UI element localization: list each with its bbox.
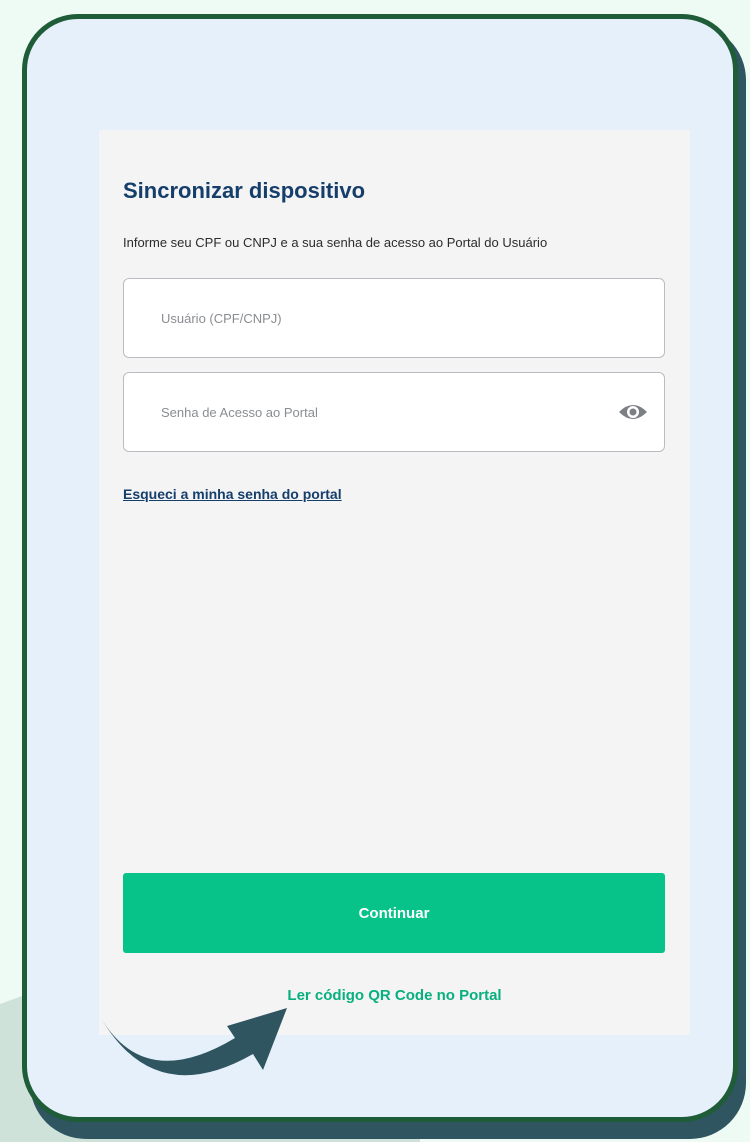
page-subtitle: Informe seu CPF ou CNPJ e a sua senha de…: [123, 235, 548, 250]
continue-button[interactable]: Continuar: [123, 873, 665, 953]
user-input[interactable]: [159, 309, 563, 327]
eye-icon[interactable]: [618, 399, 648, 425]
password-field[interactable]: [123, 372, 665, 452]
user-field[interactable]: [123, 278, 665, 358]
password-input[interactable]: [159, 403, 563, 421]
curved-arrow-icon: [101, 1008, 287, 1076]
page-title: Sincronizar dispositivo: [123, 178, 366, 203]
forgot-password-link[interactable]: Esqueci a minha senha do portal: [123, 486, 342, 502]
sync-form-card: Sincronizar dispositivo Informe seu CPF …: [99, 130, 690, 1035]
